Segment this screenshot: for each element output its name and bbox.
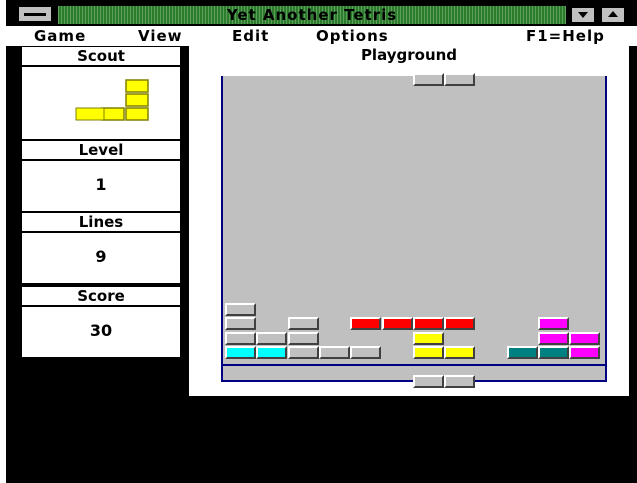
block-gray	[256, 331, 288, 345]
playfield	[221, 72, 607, 388]
block-teal	[506, 346, 538, 360]
scout-block	[75, 107, 105, 121]
block-gray	[225, 317, 256, 331]
level-panel: Level 1	[21, 140, 181, 212]
block-yellow	[412, 346, 444, 360]
block-teal	[538, 346, 569, 360]
minimize-button[interactable]	[571, 7, 595, 23]
block-gray	[287, 346, 319, 360]
lines-value: 9	[95, 247, 107, 266]
block-gray	[287, 331, 319, 345]
block-yellow	[444, 346, 476, 360]
scout-title: Scout	[22, 47, 180, 67]
block-cyan	[225, 346, 256, 360]
scout-block	[125, 107, 149, 121]
block-gray	[350, 346, 382, 360]
block-gray	[412, 374, 444, 388]
block-yellow	[412, 331, 444, 345]
block-gray	[444, 72, 476, 86]
menu-view[interactable]: View	[138, 26, 183, 46]
maximize-icon	[608, 11, 618, 17]
scout-block	[125, 93, 149, 107]
playground-panel: Playground	[189, 46, 629, 396]
lines-title: Lines	[22, 213, 180, 233]
score-title: Score	[22, 287, 180, 307]
minimize-icon	[578, 12, 588, 18]
menu-help[interactable]: F1=Help	[526, 26, 605, 46]
scout-block	[101, 107, 125, 121]
client-area: Scout Level 1 Lines 9 Score 30 Playgroun…	[6, 46, 637, 483]
lines-panel: Lines 9	[21, 212, 181, 284]
block-gray	[318, 346, 350, 360]
block-red	[412, 317, 444, 331]
block-red	[444, 317, 476, 331]
menu-options[interactable]: Options	[316, 26, 389, 46]
block-magenta	[538, 331, 569, 345]
game-window: Yet Another Tetris Game View Edit Option…	[0, 0, 637, 483]
system-menu-icon	[24, 13, 46, 16]
level-title: Level	[22, 141, 180, 161]
window-title: Yet Another Tetris	[58, 6, 566, 24]
title-bar[interactable]: Yet Another Tetris	[6, 0, 637, 26]
scout-piece	[75, 79, 149, 121]
menu-game[interactable]: Game	[34, 26, 86, 46]
block-gray	[225, 331, 256, 345]
menu-bar: Game View Edit Options F1=Help	[6, 26, 637, 46]
playfield-floor-line	[223, 364, 605, 366]
block-gray	[412, 72, 444, 86]
level-value: 1	[95, 175, 107, 194]
system-menu-button[interactable]	[18, 6, 52, 22]
block-magenta	[569, 346, 601, 360]
block-magenta	[538, 317, 569, 331]
score-panel: Score 30	[21, 286, 181, 358]
menu-edit[interactable]: Edit	[232, 26, 269, 46]
score-value: 30	[89, 321, 113, 340]
playground-title: Playground	[360, 46, 458, 64]
block-red	[350, 317, 382, 331]
scout-panel: Scout	[21, 46, 181, 140]
block-red	[381, 317, 413, 331]
block-gray	[287, 317, 319, 331]
block-magenta	[569, 331, 601, 345]
block-cyan	[256, 346, 288, 360]
maximize-button[interactable]	[601, 7, 625, 23]
scout-preview	[75, 79, 149, 121]
block-gray	[225, 302, 256, 316]
scout-block	[125, 79, 149, 93]
block-gray	[444, 374, 476, 388]
